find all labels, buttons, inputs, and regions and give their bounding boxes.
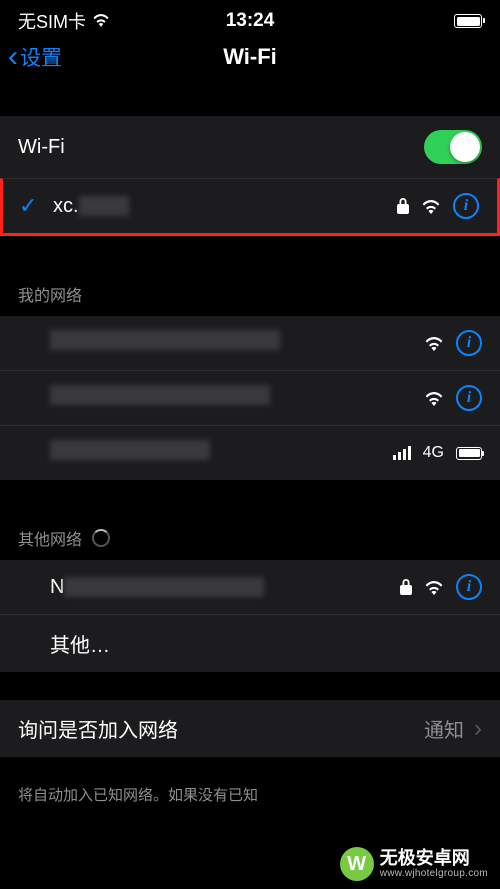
watermark-name: 无极安卓网	[380, 849, 488, 869]
hotspot-battery-icon	[456, 447, 482, 460]
watermark-url: www.wjhotelgroup.com	[380, 868, 488, 879]
wifi-signal-icon	[424, 580, 444, 595]
info-icon[interactable]: i	[456, 330, 482, 356]
back-button[interactable]: ‹ 设置	[8, 42, 62, 72]
network-row[interactable]: N i	[0, 560, 500, 614]
page-title: Wi-Fi	[223, 44, 277, 70]
network-ssid	[50, 385, 424, 411]
status-bar: 无SIM卡 13:24	[0, 0, 500, 38]
other-network-option[interactable]: 其他…	[0, 614, 500, 672]
info-icon[interactable]: i	[456, 574, 482, 600]
wifi-signal-icon	[424, 336, 444, 351]
wifi-signal-icon	[424, 391, 444, 406]
connected-network-row[interactable]: ✓ xc. i	[0, 178, 500, 236]
back-label: 设置	[20, 42, 62, 72]
battery-icon	[454, 14, 482, 28]
wifi-signal-icon	[421, 199, 441, 214]
wifi-toggle-label: Wi-Fi	[18, 136, 424, 159]
wifi-toggle[interactable]	[424, 130, 482, 164]
checkmark-icon: ✓	[19, 193, 37, 219]
network-ssid: N	[50, 576, 400, 599]
clock: 13:24	[226, 10, 275, 32]
lock-icon	[397, 198, 409, 214]
wifi-toggle-row: Wi-Fi	[0, 116, 500, 178]
ask-join-footer: 将自动加入已知网络。如果没有已知	[0, 775, 500, 806]
chevron-right-icon: ›	[474, 715, 482, 743]
chevron-left-icon: ‹	[8, 42, 18, 72]
ask-join-value: 通知	[424, 714, 464, 743]
network-ssid	[50, 440, 393, 466]
info-icon[interactable]: i	[453, 193, 479, 219]
network-row[interactable]: 4G	[0, 425, 500, 480]
ask-join-group: 询问是否加入网络 通知 ›	[0, 700, 500, 757]
ask-join-row[interactable]: 询问是否加入网络 通知 ›	[0, 700, 500, 757]
cellular-bars-icon	[393, 446, 411, 460]
ask-join-label: 询问是否加入网络	[18, 714, 424, 743]
watermark-logo: W	[340, 847, 374, 881]
connected-ssid: xc.	[53, 195, 397, 218]
my-networks-group: i i 4G	[0, 316, 500, 480]
network-row[interactable]: i	[0, 316, 500, 370]
carrier-label: 无SIM卡	[18, 8, 86, 34]
nav-bar: ‹ 设置 Wi-Fi	[0, 38, 500, 84]
info-icon[interactable]: i	[456, 385, 482, 411]
wifi-main-group: Wi-Fi ✓ xc. i	[0, 116, 500, 236]
other-networks-header: 其他网络	[0, 498, 500, 560]
wifi-status-icon	[92, 11, 110, 32]
other-networks-group: N i 其他…	[0, 560, 500, 672]
network-row[interactable]: i	[0, 370, 500, 425]
network-ssid	[50, 330, 424, 356]
cellular-label: 4G	[423, 444, 444, 462]
my-networks-header: 我的网络	[0, 254, 500, 316]
watermark: W 无极安卓网 www.wjhotelgroup.com	[340, 847, 488, 881]
other-network-label: 其他…	[50, 629, 482, 658]
lock-icon	[400, 579, 412, 595]
loading-spinner-icon	[92, 529, 110, 547]
